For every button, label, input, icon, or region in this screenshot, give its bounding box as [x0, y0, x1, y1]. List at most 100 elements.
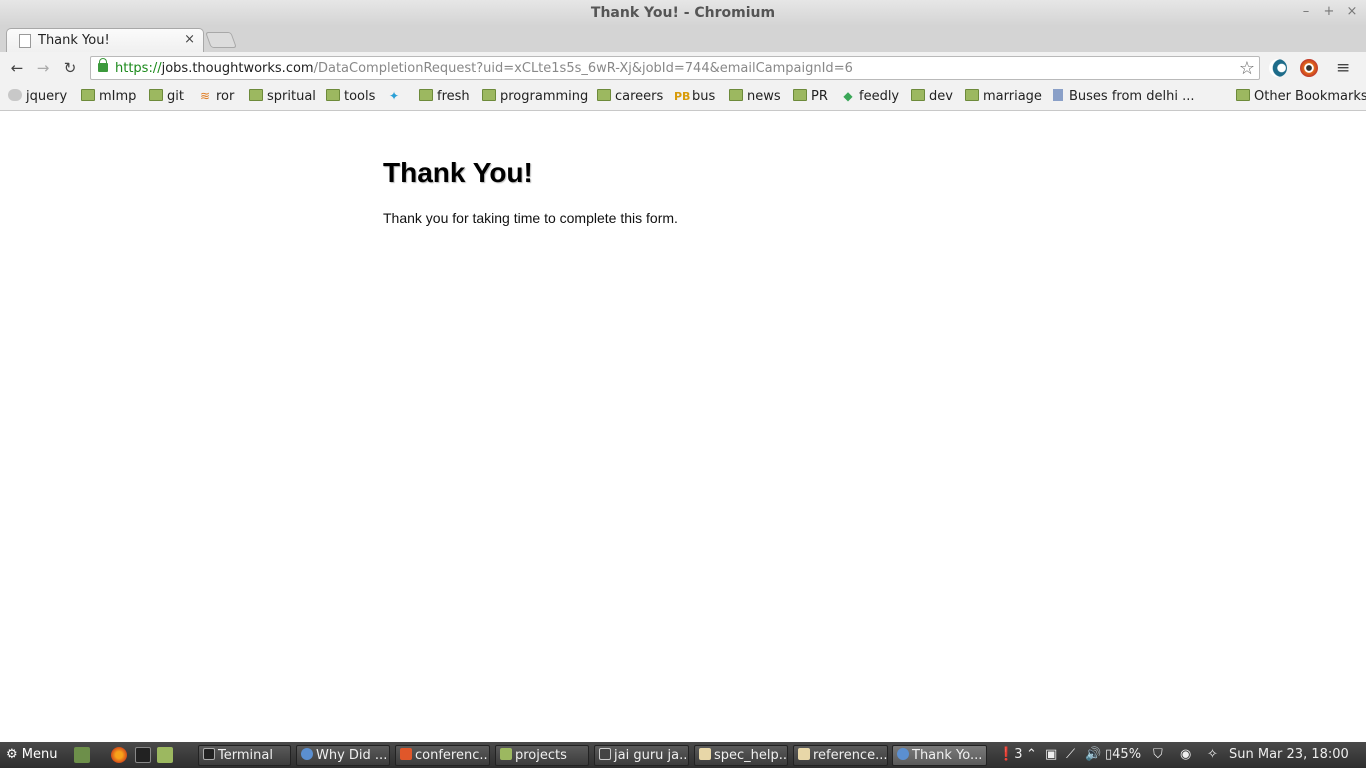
screenshot-icon[interactable]: ▣ — [1045, 747, 1057, 762]
close-window-button[interactable]: × — [1344, 4, 1360, 19]
task-terminal[interactable]: Terminal — [198, 745, 291, 766]
maximize-button[interactable]: + — [1321, 4, 1337, 19]
task-reference[interactable]: reference... — [793, 745, 888, 766]
thank-you-message: Thank you for taking time to complete th… — [383, 210, 678, 226]
new-tab-button[interactable] — [205, 32, 237, 48]
twitter-icon: ✦ — [388, 89, 400, 103]
folder-icon — [793, 89, 807, 101]
window-title: Thank You! - Chromium — [590, 5, 776, 21]
page-heading: Thank You! — [383, 157, 533, 188]
folder-icon — [326, 89, 340, 101]
show-desktop-icon[interactable] — [74, 747, 90, 763]
task-label: conferenc... — [415, 748, 490, 763]
task-label: spec_help... — [714, 748, 788, 763]
bookmark-fresh[interactable]: fresh — [419, 89, 470, 107]
bookmark-label: fresh — [437, 89, 470, 104]
task-label: Thank Yo... — [912, 748, 983, 763]
bookmark-label: Other Bookmarks — [1254, 89, 1366, 104]
folder-icon — [729, 89, 743, 101]
bookmark-label: tools — [344, 89, 376, 104]
start-menu-button[interactable]: ⚙ Menu — [6, 747, 58, 762]
bookmark-feedly[interactable]: ◆ feedly — [841, 89, 899, 107]
radar-extension-icon[interactable] — [1269, 59, 1287, 77]
task-label: Terminal — [218, 748, 273, 763]
task-jai-guru[interactable]: jai guru ja... — [594, 745, 689, 766]
folder-icon — [965, 89, 979, 101]
media-icon — [599, 748, 611, 760]
forward-button[interactable]: → — [33, 58, 53, 78]
bookmark-star-icon[interactable]: ☆ — [1239, 58, 1255, 79]
task-label: jai guru ja... — [614, 748, 689, 763]
folder-icon — [249, 89, 263, 101]
bookmark-spritual[interactable]: spritual — [249, 89, 316, 107]
bookmark-marriage[interactable]: marriage — [965, 89, 1042, 107]
bookmark-pr[interactable]: PR — [793, 89, 828, 107]
chromium-tray-icon[interactable]: ◉ — [1180, 747, 1191, 762]
firefox-icon[interactable] — [111, 747, 127, 763]
tab-strip: Thank You! × — [0, 26, 1366, 52]
bookmark-mimp[interactable]: mImp — [81, 89, 136, 107]
bookmark-buses-from-delhi[interactable]: Buses from delhi ... — [1053, 89, 1194, 107]
bookmark-careers[interactable]: careers — [597, 89, 663, 107]
volume-icon[interactable]: 🔊 — [1085, 747, 1101, 762]
task-projects[interactable]: projects — [495, 745, 589, 766]
desktop-taskbar: ⚙ Menu Terminal Why Did ... conferenc...… — [0, 742, 1366, 768]
text-editor-icon — [699, 748, 711, 760]
tab-title: Thank You! — [38, 33, 110, 48]
notification-indicator[interactable]: ❗3 — [998, 747, 1022, 762]
bookmark-news[interactable]: news — [729, 89, 781, 107]
terminal-icon — [203, 748, 215, 760]
task-why-did[interactable]: Why Did ... — [296, 745, 390, 766]
task-thank-you[interactable]: Thank Yo... — [892, 745, 987, 766]
folder-icon — [149, 89, 163, 101]
terminal-launcher-icon[interactable] — [135, 747, 151, 763]
task-spec-help[interactable]: spec_help... — [694, 745, 788, 766]
bookmark-label: dev — [929, 89, 953, 104]
task-conference[interactable]: conferenc... — [395, 745, 490, 766]
feedly-icon: ◆ — [843, 89, 853, 103]
dropbox-icon[interactable]: ✧ — [1207, 747, 1218, 762]
bookmark-other[interactable]: Other Bookmarks — [1236, 89, 1366, 107]
bookmark-label: programming — [500, 89, 589, 104]
tray-expand-icon[interactable]: ⌃ — [1026, 747, 1037, 762]
tab-thank-you[interactable]: Thank You! × — [6, 28, 204, 52]
battery-level: 45% — [1112, 747, 1142, 762]
bookmark-git[interactable]: git — [149, 89, 184, 107]
chromium-icon — [301, 748, 313, 760]
clock[interactable]: Sun Mar 23, 18:00 — [1229, 747, 1349, 762]
jquery-icon — [8, 89, 22, 101]
reload-button[interactable]: ↻ — [60, 58, 80, 78]
window-titlebar: Thank You! - Chromium – + × — [0, 0, 1366, 26]
text-editor-icon — [798, 748, 810, 760]
network-icon[interactable]: ⟋ — [1066, 747, 1075, 762]
bookmark-bus[interactable]: PB bus — [674, 89, 715, 107]
bookmark-twitter[interactable]: ✦ — [387, 89, 405, 107]
browser-toolbar: ← → ↻ https://jobs.thoughtworks.com/Data… — [0, 52, 1366, 84]
bookmark-programming[interactable]: programming — [482, 89, 588, 107]
chrome-menu-icon[interactable]: ≡ — [1336, 58, 1350, 78]
tab-close-icon[interactable]: × — [184, 32, 195, 47]
url-path: /DataCompletionRequest?uid=xCLte1s5s_6wR… — [313, 61, 853, 76]
task-label: Why Did ... — [316, 748, 388, 763]
menu-label: Menu — [21, 747, 58, 762]
bookmark-label: bus — [692, 89, 716, 104]
files-launcher-icon[interactable] — [157, 747, 173, 763]
back-button[interactable]: ← — [7, 58, 27, 78]
bookmark-label: spritual — [267, 89, 316, 104]
bookmark-jquery[interactable]: jquery — [8, 89, 67, 107]
folder-icon — [500, 748, 512, 760]
folder-icon — [81, 89, 95, 101]
eye-extension-icon[interactable] — [1300, 59, 1318, 77]
security-shield-icon[interactable]: ⛉ — [1153, 747, 1163, 762]
url-text[interactable]: https://jobs.thoughtworks.com/DataComple… — [115, 61, 853, 76]
bookmark-dev[interactable]: dev — [911, 89, 953, 107]
stackoverflow-icon: ≋ — [199, 89, 211, 103]
url-scheme: https:// — [115, 61, 162, 76]
bookmark-tools[interactable]: tools — [326, 89, 375, 107]
battery-indicator[interactable]: ▯45% — [1105, 747, 1141, 762]
page-content: Thank You! Thank you for taking time to … — [0, 112, 1366, 742]
address-bar[interactable]: https://jobs.thoughtworks.com/DataComple… — [90, 56, 1260, 80]
bookmark-ror[interactable]: ≋ ror — [198, 89, 234, 107]
minimize-button[interactable]: – — [1298, 4, 1314, 19]
alert-icon: ❗ — [998, 747, 1015, 762]
